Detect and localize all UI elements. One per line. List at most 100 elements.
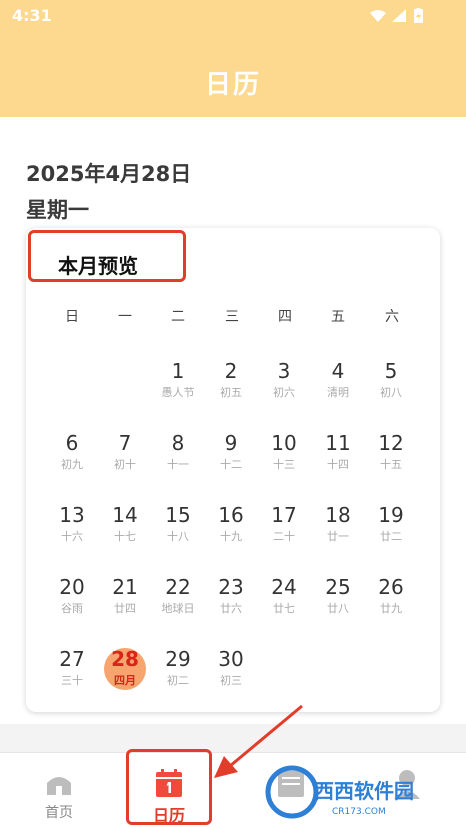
calendar-day[interactable]: 1 愚人节 [152,360,204,416]
calendar-day[interactable]: 2 初五 [205,360,257,416]
day-number: 25 [325,575,351,599]
watermark-logo: 西西软件园 CR173.COM [265,765,414,819]
day-number: 11 [325,431,351,455]
weekday-mon: 一 [118,309,132,325]
day-number: 20 [59,575,85,599]
day-number: 12 [378,431,404,455]
day-lunar: 廿四 [114,602,136,615]
signal-icon [392,9,406,22]
calendar-day[interactable]: 22 地球日 [152,576,204,632]
day-number: 13 [59,503,85,527]
calendar-day[interactable]: 29 初二 [152,648,204,704]
calendar-day[interactable]: 24 廿七 [258,576,310,632]
day-lunar: 十一 [167,458,189,471]
day-lunar: 十三 [273,458,295,471]
day-number: 8 [171,431,185,455]
day-number: 22 [165,575,191,599]
home-icon [47,777,71,795]
watermark-sub: CR173.COM [332,807,386,817]
day-number: 21 [112,575,138,599]
day-lunar: 十九 [220,530,242,543]
calendar-day[interactable]: 25 廿八 [312,576,364,632]
day-number: 16 [218,503,244,527]
calendar-day[interactable]: 10 十三 [258,432,310,488]
day-number: 18 [325,503,351,527]
day-number: 24 [271,575,297,599]
calendar-day[interactable]: 21 廿四 [99,576,151,632]
day-number: 30 [218,647,244,671]
day-lunar: 十二 [220,458,242,471]
status-icons [370,8,423,23]
day-number: 10 [271,431,297,455]
day-lunar: 谷雨 [61,602,83,615]
day-lunar: 愚人节 [161,386,195,399]
weekday-sat: 六 [385,309,399,325]
day-number: 19 [378,503,404,527]
nav-home[interactable]: 首页 [14,753,104,828]
day-lunar: 十四 [327,458,349,471]
calendar-day-today[interactable]: 28 四月 [99,648,151,704]
calendar-day[interactable]: 30 初三 [205,648,257,704]
weekday-fri: 五 [331,309,345,325]
nav-home-label: 首页 [45,805,73,821]
day-lunar: 初六 [273,386,295,399]
day-lunar: 十六 [61,530,83,543]
day-number: 23 [218,575,244,599]
day-number: 26 [378,575,404,599]
calendar-day[interactable]: 19 廿二 [365,504,417,560]
day-lunar: 廿八 [327,602,349,615]
day-number: 15 [165,503,191,527]
calendar-day[interactable]: 16 十九 [205,504,257,560]
calendar-day[interactable]: 27 三十 [46,648,98,704]
day-number: 3 [277,359,291,383]
calendar-day[interactable]: 12 十五 [365,432,417,488]
status-time: 4:31 [12,6,52,25]
month-preview-title: 本月预览 [58,254,138,278]
day-number: 17 [271,503,297,527]
calendar-day[interactable]: 11 十四 [312,432,364,488]
day-lunar: 二十 [273,530,295,543]
calendar-day[interactable]: 9 十二 [205,432,257,488]
day-lunar: 十七 [114,530,136,543]
day-lunar: 廿七 [273,602,295,615]
weekday-thu: 四 [278,309,292,325]
day-lunar: 十八 [167,530,189,543]
day-number: 4 [331,359,345,383]
calendar-day[interactable]: 8 十一 [152,432,204,488]
calendar-day[interactable]: 14 十七 [99,504,151,560]
day-number: 2 [224,359,238,383]
status-bar: 4:31 [0,0,466,32]
day-lunar: 廿二 [380,530,402,543]
day-lunar: 廿一 [327,530,349,543]
wifi-icon [370,10,386,22]
current-date: 2025年4月28日 [26,162,192,186]
calendar-day[interactable]: 20 谷雨 [46,576,98,632]
calendar-day[interactable]: 17 二十 [258,504,310,560]
calendar-day[interactable]: 13 十六 [46,504,98,560]
day-lunar: 三十 [61,674,83,687]
calendar-day[interactable]: 6 初九 [46,432,98,488]
day-lunar: 初十 [114,458,136,471]
calendar-day[interactable]: 3 初六 [258,360,310,416]
weekday-sun: 日 [65,309,79,325]
calendar-day[interactable]: 4 清明 [312,360,364,416]
day-number: 14 [112,503,138,527]
calendar-day[interactable]: 23 廿六 [205,576,257,632]
day-number: 29 [165,647,191,671]
day-lunar: 廿六 [220,602,242,615]
day-number: 6 [65,431,79,455]
calendar-day[interactable]: 18 廿一 [312,504,364,560]
day-lunar: 地球日 [161,602,195,615]
day-number: 27 [59,647,85,671]
watermark-text: 西西软件园 [314,779,414,803]
day-number: 28 [111,647,139,671]
calendar-day[interactable]: 26 廿九 [365,576,417,632]
day-lunar: 初二 [167,674,189,687]
calendar-day[interactable]: 7 初十 [99,432,151,488]
day-lunar: 初九 [61,458,83,471]
weekday-tue: 二 [171,309,185,325]
calendar-day[interactable]: 5 初八 [365,360,417,416]
calendar-day[interactable]: 15 十八 [152,504,204,560]
weekday-wed: 三 [225,309,239,325]
day-lunar: 初五 [220,386,242,399]
